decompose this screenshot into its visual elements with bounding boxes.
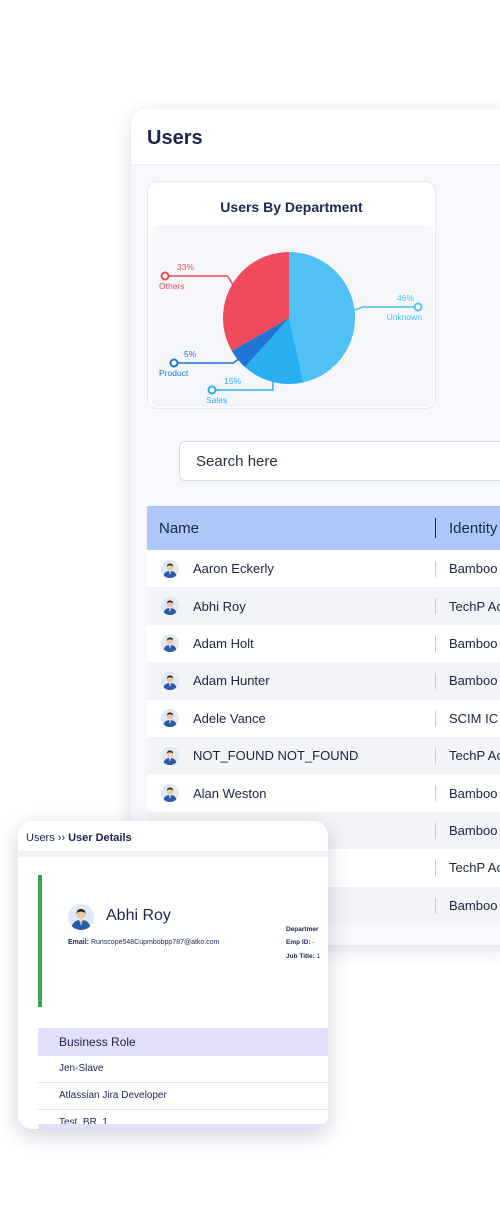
column-divider[interactable] bbox=[435, 518, 436, 538]
detail-divider bbox=[18, 851, 328, 857]
cell-divider bbox=[435, 598, 436, 615]
cell-divider bbox=[435, 897, 436, 914]
identity-cell: Bamboo bbox=[449, 785, 498, 801]
profile-email: Email: Runscope548Cupmbobpp787@atko.com bbox=[68, 939, 220, 946]
slice-name-label: Sales bbox=[206, 395, 227, 405]
cell-divider bbox=[435, 710, 436, 727]
identity-cell: Bamboo bbox=[449, 897, 498, 913]
table-row[interactable]: Abhi Roy TechP Ac bbox=[147, 587, 500, 625]
identity-cell: SCIM IC I bbox=[449, 710, 500, 726]
table-header: Name Identity bbox=[147, 506, 500, 550]
identity-cell: TechP Ac bbox=[449, 860, 500, 876]
business-role-header: Business Role bbox=[38, 1028, 328, 1056]
profile-name: Abhi Roy bbox=[106, 907, 171, 924]
email-value: Runscope548Cupmbobpp787@atko.com bbox=[90, 939, 220, 946]
job-title-value: 1 bbox=[316, 953, 321, 960]
cell-divider bbox=[435, 785, 436, 802]
emp-id-field: Emp ID: - bbox=[286, 939, 315, 946]
department-pie-chart: 46% Unknown 15% Sales 5% Product 33% Others bbox=[159, 252, 423, 405]
slice-name-label: Others bbox=[159, 281, 185, 291]
emp-id-value: - bbox=[312, 939, 315, 946]
column-header-name[interactable]: Name bbox=[159, 520, 199, 537]
cell-divider bbox=[435, 860, 436, 877]
cell-divider bbox=[435, 673, 436, 690]
business-role-row[interactable]: Atlassian Jira Developer bbox=[38, 1083, 328, 1110]
table-row[interactable]: Aaron Eckerly Bamboo bbox=[147, 550, 500, 588]
business-role-row[interactable]: Jen-Slave bbox=[38, 1056, 328, 1083]
identity-cell: Bamboo bbox=[449, 561, 498, 577]
breadcrumb: Users ›› User Details bbox=[26, 832, 132, 844]
cell-divider bbox=[435, 747, 436, 764]
department-chart-card: Users By Department 46% Unknown 15% Sales 5%… bbox=[147, 181, 436, 409]
chart-area: 46% Unknown 15% Sales 5% Product 33% Others bbox=[152, 225, 433, 407]
user-name-cell: Adele Vance bbox=[193, 710, 266, 726]
table-row[interactable]: Adele Vance SCIM IC I bbox=[147, 699, 500, 737]
user-avatar-icon bbox=[161, 746, 179, 765]
detail-footer-bar bbox=[38, 1124, 328, 1129]
users-panel: Users Users By Department 46% Unknown 15% S… bbox=[131, 109, 500, 945]
table-row[interactable]: Adam Holt Bamboo bbox=[147, 624, 500, 663]
department-label: Departmer bbox=[286, 926, 319, 933]
user-avatar-icon bbox=[161, 709, 179, 728]
identity-cell: TechP Ac bbox=[449, 748, 500, 764]
callout-dot-sales bbox=[207, 385, 217, 395]
user-name-cell: NOT_FOUND NOT_FOUND bbox=[193, 748, 359, 764]
callout-line-unknown bbox=[352, 306, 418, 312]
users-header: Users bbox=[131, 109, 500, 165]
user-avatar-icon bbox=[161, 634, 179, 653]
job-title-label: Job Title: bbox=[286, 953, 315, 960]
callout-line-sales bbox=[212, 379, 274, 391]
user-name-cell: Abhi Roy bbox=[193, 598, 246, 614]
table-row[interactable]: Alan Weston Bamboo bbox=[147, 774, 500, 812]
identity-cell: Bamboo bbox=[449, 822, 498, 838]
profile-card: Abhi Roy Email: Runscope548Cupmbobpp787@… bbox=[38, 875, 328, 1007]
email-label: Email: bbox=[68, 939, 90, 946]
slice-percent-label: 5% bbox=[184, 349, 197, 359]
search-input[interactable] bbox=[179, 441, 500, 481]
slice-percent-label: 46% bbox=[397, 293, 414, 303]
column-header-identity[interactable]: Identity bbox=[449, 520, 497, 537]
callout-dot-product bbox=[169, 358, 179, 368]
identity-cell: Bamboo bbox=[449, 635, 498, 651]
user-avatar-icon bbox=[161, 597, 179, 616]
callout-line-product bbox=[174, 357, 240, 364]
user-avatar-icon bbox=[161, 559, 179, 578]
slice-name-label: Unknown bbox=[387, 312, 423, 322]
user-avatar-icon bbox=[68, 904, 94, 930]
user-avatar-icon bbox=[161, 671, 179, 690]
job-title-field: Job Title: 1 bbox=[286, 953, 320, 960]
user-avatar-icon bbox=[161, 784, 179, 803]
slice-name-label: Product bbox=[159, 368, 189, 378]
user-name-cell: Adam Hunter bbox=[193, 673, 270, 689]
cell-divider bbox=[435, 822, 436, 839]
cell-divider bbox=[435, 561, 436, 577]
table-row[interactable]: Adam Hunter Bamboo bbox=[147, 662, 500, 700]
breadcrumb-users-link[interactable]: Users bbox=[26, 832, 55, 844]
emp-id-label: Emp ID: bbox=[286, 939, 311, 946]
breadcrumb-current: User Details bbox=[68, 832, 132, 844]
page-title: Users bbox=[147, 127, 203, 149]
slice-percent-label: 15% bbox=[224, 376, 241, 386]
user-name-cell: Adam Holt bbox=[193, 635, 254, 651]
user-details-panel: Users ›› User Details Abhi Roy Email: Runs… bbox=[18, 821, 328, 1129]
user-name-cell: Alan Weston bbox=[193, 785, 267, 801]
chart-title: Users By Department bbox=[220, 199, 363, 215]
identity-cell: Bamboo bbox=[449, 673, 498, 689]
identity-cell: TechP Ac bbox=[449, 598, 500, 614]
breadcrumb-separator: ›› bbox=[57, 832, 66, 844]
cell-divider bbox=[435, 635, 436, 652]
user-name-cell: Aaron Eckerly bbox=[193, 561, 274, 577]
table-row[interactable]: NOT_FOUND NOT_FOUND TechP Ac bbox=[147, 736, 500, 775]
slice-percent-label: 33% bbox=[177, 262, 194, 272]
callout-dot-others bbox=[160, 271, 170, 281]
callout-dot-unknown bbox=[413, 302, 423, 312]
